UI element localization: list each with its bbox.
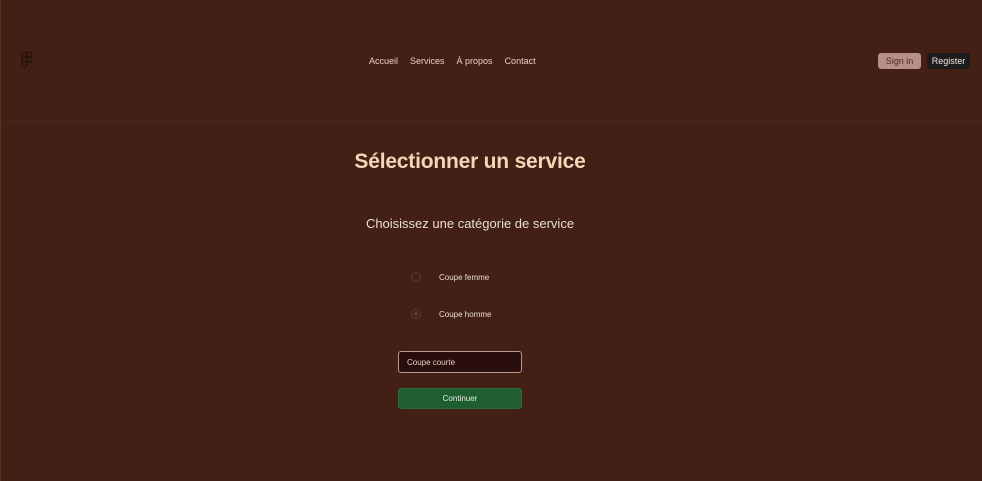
register-button[interactable]: Register [927, 53, 970, 69]
service-input[interactable] [398, 351, 522, 373]
nav-link-services[interactable]: Services [410, 55, 445, 67]
radio-button-coupe-femme[interactable] [411, 272, 421, 282]
figma-logo-icon[interactable] [20, 51, 36, 71]
sign-in-button[interactable]: Sign in [878, 53, 921, 69]
page: Accueil Services À propos Contact Sign i… [0, 0, 982, 481]
continue-button[interactable]: Continuer [398, 388, 522, 409]
main-nav: Accueil Services À propos Contact [369, 55, 548, 67]
option-label: Coupe homme [439, 309, 492, 319]
nav-link-contact[interactable]: Contact [505, 55, 536, 67]
option-coupe-femme[interactable]: Coupe femme [411, 272, 489, 282]
radio-button-coupe-homme[interactable] [411, 309, 421, 319]
nav-link-accueil[interactable]: Accueil [369, 55, 398, 67]
page-subtitle: Choisissez une catégorie de service [365, 216, 575, 231]
header: Accueil Services À propos Contact Sign i… [1, 0, 982, 122]
nav-link-a-propos[interactable]: À propos [457, 55, 493, 67]
option-coupe-homme[interactable]: Coupe homme [411, 309, 491, 319]
option-label: Coupe femme [439, 272, 490, 282]
page-title: Sélectionner un service [354, 150, 586, 173]
